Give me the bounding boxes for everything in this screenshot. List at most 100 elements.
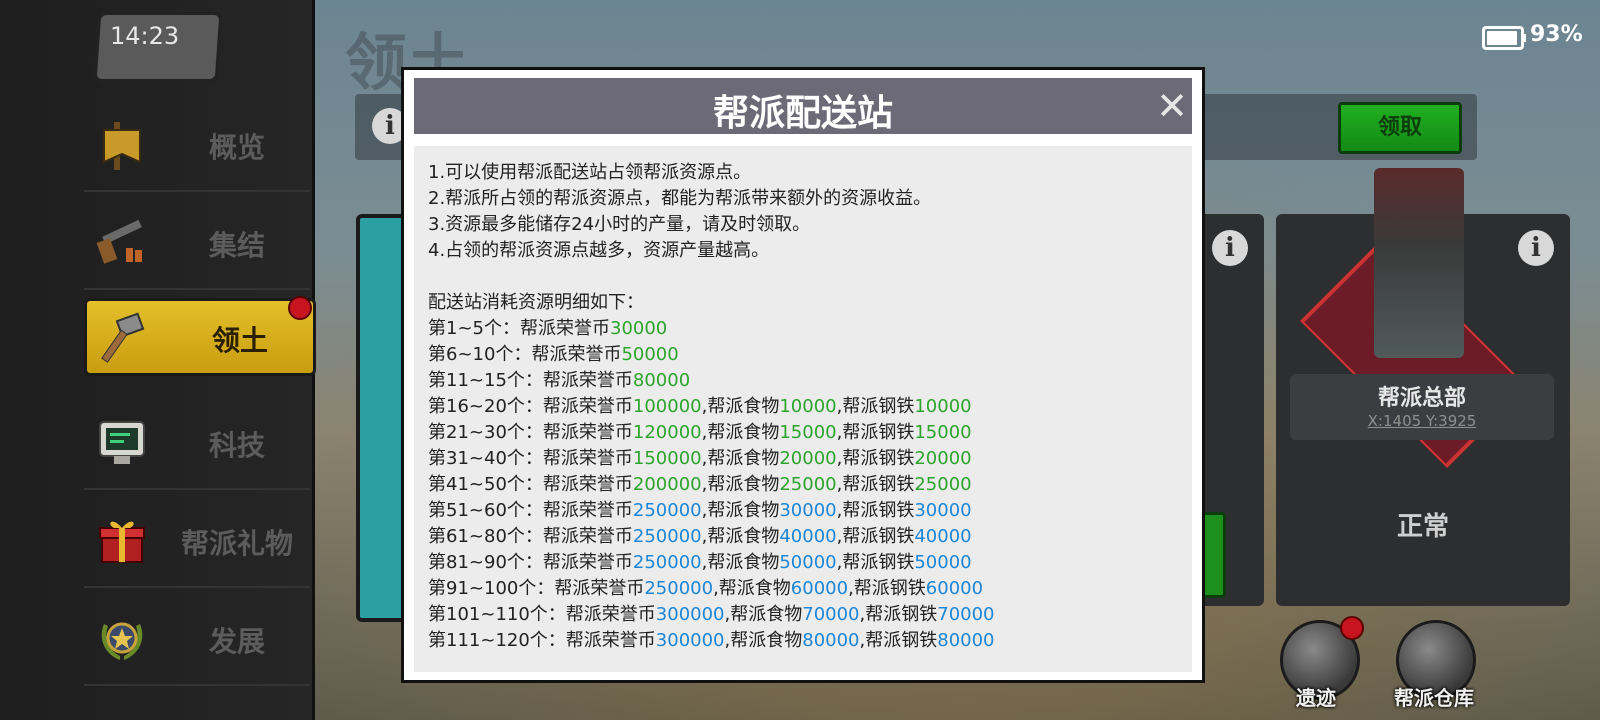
sidebar-item-development[interactable]: 发展	[84, 592, 310, 686]
cost-food: 70000	[802, 604, 860, 625]
cost-steel: 80000	[937, 630, 995, 651]
cost-honor: 250000	[632, 526, 702, 547]
cost-row: 第81~90个：帮派荣誉币250000,帮派食物50000,帮派钢铁50000	[428, 550, 1188, 576]
cost-steel-label: ,帮派钢铁	[836, 396, 915, 417]
cost-honor: 250000	[632, 552, 702, 573]
cost-food-label: ,帮派食物	[701, 422, 780, 443]
cost-honor-label: 帮派荣誉币	[542, 552, 633, 573]
cost-honor-label: 帮派荣誉币	[531, 344, 622, 365]
gift-icon	[99, 521, 145, 563]
cost-steel-label: ,帮派钢铁	[836, 422, 915, 443]
cost-food-label: ,帮派食物	[701, 500, 780, 521]
cost-food-label: ,帮派食物	[701, 448, 780, 469]
sidebar-item-rally[interactable]: 集结	[84, 196, 310, 290]
cost-food-label: ,帮派食物	[724, 630, 803, 651]
cost-row: 第1~5个：帮派荣誉币30000	[428, 316, 1188, 342]
cost-honor-label: 帮派荣誉币	[565, 604, 656, 625]
cost-food-label: ,帮派食物	[701, 526, 780, 547]
cost-range: 第41~50个：	[428, 474, 543, 495]
cost-honor-label: 帮派荣誉币	[520, 318, 610, 339]
cost-range: 第51~60个：	[428, 500, 543, 521]
cost-honor: 250000	[632, 500, 702, 521]
cost-food: 30000	[779, 500, 837, 521]
cost-range: 第6~10个：	[428, 344, 532, 365]
cost-steel-label: ,帮派钢铁	[848, 578, 926, 599]
claim-button[interactable]: 领取	[1338, 102, 1462, 154]
cost-range: 第31~40个：	[428, 448, 543, 469]
sidebar-item-label: 发展	[208, 625, 265, 658]
dialog-title: 帮派配送站	[712, 93, 893, 134]
cost-steel-label: ,帮派钢铁	[836, 474, 915, 495]
hammer-icon	[101, 312, 145, 363]
banner-icon	[103, 122, 141, 170]
sidebar-item-tech[interactable]: 科技	[84, 396, 310, 490]
cost-honor-label: 帮派荣誉币	[542, 422, 633, 443]
sidebar: 14:23 概览 集结 领土 科技 帮派礼物 发展	[0, 0, 316, 720]
cost-steel: 10000	[914, 396, 972, 417]
warehouse-label: 帮派仓库	[1394, 686, 1474, 710]
cost-honor: 300000	[655, 630, 725, 651]
sidebar-item-gang-gift[interactable]: 帮派礼物	[84, 494, 310, 588]
cost-row: 第101~110个：帮派荣誉币300000,帮派食物70000,帮派钢铁7000…	[428, 602, 1188, 628]
cost-range: 第81~90个：	[428, 552, 543, 573]
cost-food: 20000	[779, 448, 837, 469]
sidebar-item-label: 科技	[208, 429, 265, 462]
cost-range: 第11~15个：	[428, 370, 543, 391]
cost-row: 第111~120个：帮派荣誉币300000,帮派食物80000,帮派钢铁8000…	[428, 628, 1188, 654]
cost-food: 40000	[779, 526, 837, 547]
cost-list: 第1~5个：帮派荣誉币30000 第6~10个：帮派荣誉币50000 第11~15个…	[428, 316, 1188, 654]
cost-honor: 150000	[632, 448, 702, 469]
cost-steel: 70000	[937, 604, 995, 625]
battery-icon	[1482, 26, 1526, 50]
cost-honor-label: 帮派荣誉币	[542, 370, 633, 391]
card-info-icon[interactable]: i	[1212, 230, 1248, 266]
sidebar-item-label: 领土	[211, 324, 268, 357]
cost-food: 50000	[779, 552, 837, 573]
cost-honor: 300000	[655, 604, 725, 625]
rule-line: 3.资源最多能储存24小时的产量，请及时领取。	[428, 214, 811, 235]
notification-dot	[1340, 616, 1364, 640]
dialog-header: 帮派配送站 ✕	[414, 78, 1192, 134]
cost-food-label: ,帮派食物	[713, 578, 791, 599]
hq-info-icon[interactable]: i	[1518, 230, 1554, 266]
cost-honor: 120000	[632, 422, 702, 443]
cost-steel-label: ,帮派钢铁	[836, 526, 915, 547]
cost-steel: 50000	[914, 552, 972, 573]
cost-range: 第111~120个：	[428, 630, 566, 651]
cost-food: 60000	[790, 578, 849, 599]
rule-line: 2.帮派所占领的帮派资源点，都能为帮派带来额外的资源收益。	[428, 188, 932, 209]
cost-row: 第91~100个：帮派荣誉币250000,帮派食物60000,帮派钢铁60000	[428, 576, 1188, 602]
cost-honor-label: 帮派荣誉币	[542, 474, 633, 495]
cost-steel: 30000	[914, 500, 972, 521]
hq-status: 正常	[1396, 512, 1449, 542]
cost-row: 第6~10个：帮派荣誉币50000	[428, 342, 1188, 368]
cost-range: 第1~5个：	[428, 318, 520, 339]
sidebar-item-territory[interactable]: 领土	[84, 298, 316, 376]
cost-food: 10000	[779, 396, 837, 417]
notification-dot	[288, 296, 312, 320]
hq-building-icon	[1374, 168, 1464, 358]
cost-honor-label: 帮派荣誉币	[542, 500, 633, 521]
cost-honor: 50000	[621, 344, 679, 365]
cost-row: 第41~50个：帮派荣誉币200000,帮派食物25000,帮派钢铁25000	[428, 472, 1188, 498]
sidebar-item-overview[interactable]: 概览	[84, 98, 310, 192]
cost-steel-label: ,帮派钢铁	[836, 448, 915, 469]
cost-honor: 200000	[632, 474, 702, 495]
hq-name: 帮派总部	[1377, 386, 1466, 411]
close-icon[interactable]: ✕	[1154, 87, 1190, 125]
cost-range: 第61~80个：	[428, 526, 543, 547]
hq-coordinates-link[interactable]: X:1405 Y:3925	[1290, 412, 1554, 430]
cost-steel-label: ,帮派钢铁	[836, 552, 915, 573]
gang-delivery-station-dialog: 帮派配送站 ✕ 1.可以使用帮派配送站占领帮派资源点。 2.帮派所占领的帮派资源…	[401, 67, 1205, 683]
cost-row: 第61~80个：帮派荣誉币250000,帮派食物40000,帮派钢铁40000	[428, 524, 1188, 550]
cost-food-label: ,帮派食物	[701, 396, 780, 417]
cost-steel: 40000	[914, 526, 972, 547]
cost-row: 第21~30个：帮派荣誉币120000,帮派食物15000,帮派钢铁15000	[428, 420, 1188, 446]
cost-steel: 25000	[914, 474, 972, 495]
cost-food: 15000	[779, 422, 837, 443]
sidebar-item-label: 集结	[208, 229, 265, 262]
cost-honor-label: 帮派荣誉币	[565, 630, 656, 651]
cost-range: 第91~100个：	[428, 578, 555, 599]
dialog-body[interactable]: 1.可以使用帮派配送站占领帮派资源点。 2.帮派所占领的帮派资源点，都能为帮派带…	[414, 146, 1192, 672]
cost-food: 80000	[802, 630, 860, 651]
